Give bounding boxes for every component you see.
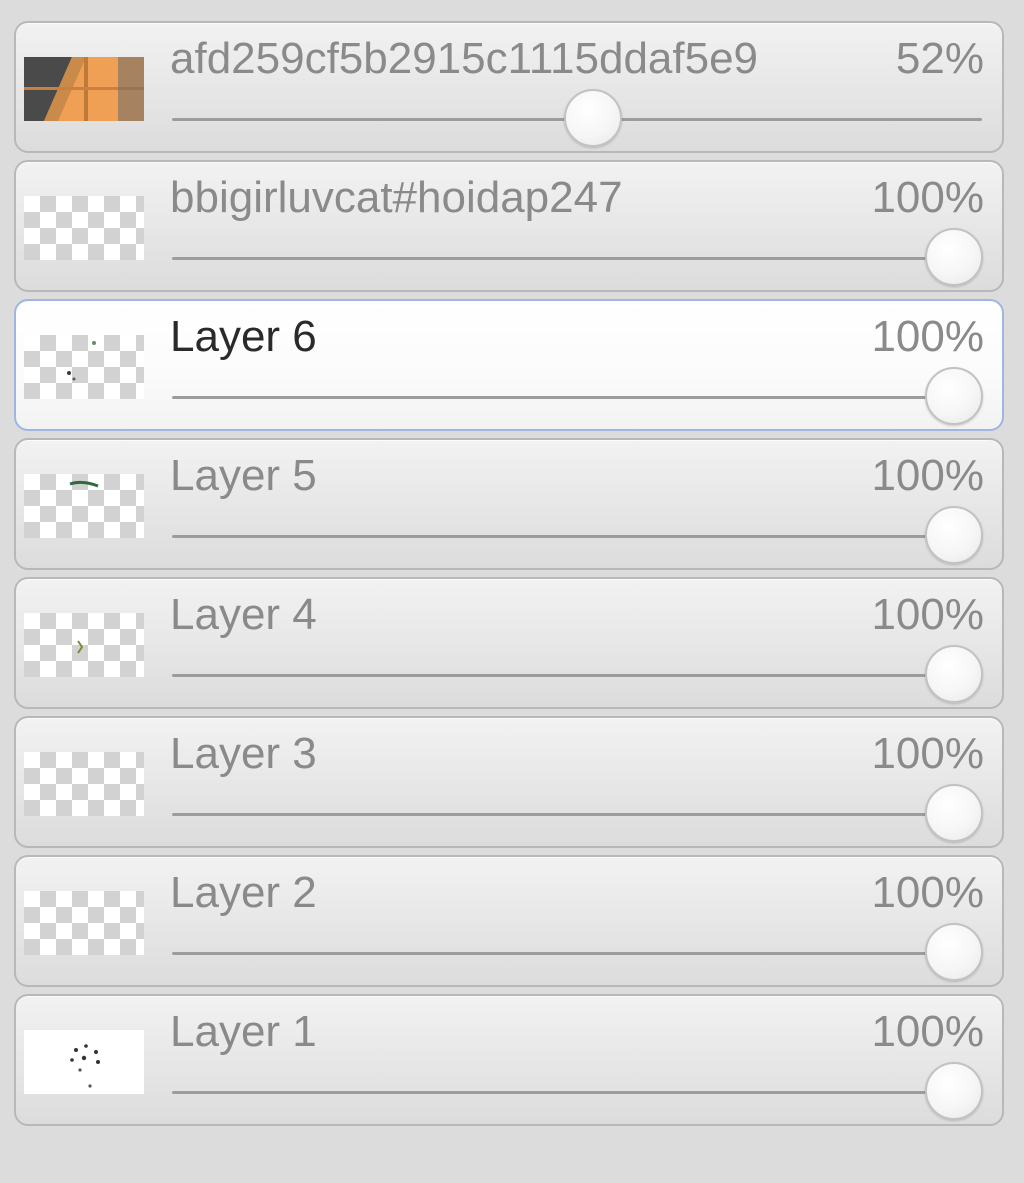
white-sketch-thumbnail xyxy=(24,1030,144,1094)
opacity-slider[interactable] xyxy=(172,89,982,147)
opacity-slider[interactable] xyxy=(172,645,983,703)
transparent-thumbnail xyxy=(24,196,144,260)
opacity-slider[interactable] xyxy=(172,367,983,425)
opacity-slider[interactable] xyxy=(172,506,983,564)
opacity-slider-knob[interactable] xyxy=(924,645,983,703)
layer-row[interactable]: Layer 5 100% xyxy=(14,438,1004,570)
transparent-thumbnail xyxy=(24,891,144,955)
layer-name: Layer 6 xyxy=(170,312,317,361)
layer-name: Layer 5 xyxy=(170,451,317,500)
opacity-slider-knob[interactable] xyxy=(924,923,983,981)
layer-row-selected[interactable]: Layer 6 100% xyxy=(14,299,1004,431)
layer-row[interactable]: Layer 1 100% xyxy=(14,994,1004,1126)
layer-name: afd259cf5b2915c1115ddaf5e9 xyxy=(170,34,759,83)
opacity-slider[interactable] xyxy=(172,1062,983,1120)
opacity-slider-knob[interactable] xyxy=(924,506,983,564)
layer-name: bbigirluvcat#hoidap247 xyxy=(170,173,623,222)
opacity-value: 100% xyxy=(871,451,984,500)
photo-thumbnail xyxy=(24,57,144,121)
layer-row[interactable]: Layer 3 100% xyxy=(14,716,1004,848)
opacity-value: 100% xyxy=(871,590,984,639)
layer-row[interactable]: Layer 2 100% xyxy=(14,855,1004,987)
sketch-thumbnail xyxy=(24,335,144,399)
opacity-slider[interactable] xyxy=(172,228,983,286)
sketch-thumbnail xyxy=(24,474,144,538)
opacity-slider[interactable] xyxy=(172,923,983,981)
opacity-slider-knob[interactable] xyxy=(564,89,623,147)
opacity-value: 52% xyxy=(895,34,984,83)
transparent-thumbnail xyxy=(24,752,144,816)
layer-name: Layer 2 xyxy=(170,868,317,917)
opacity-value: 100% xyxy=(871,312,984,361)
layer-row[interactable]: bbigirluvcat#hoidap247 100% xyxy=(14,160,1004,292)
layer-row[interactable]: afd259cf5b2915c1115ddaf5e9 52% xyxy=(14,21,1004,153)
opacity-slider-knob[interactable] xyxy=(924,784,983,842)
opacity-slider-knob[interactable] xyxy=(924,228,983,286)
opacity-slider[interactable] xyxy=(172,784,983,842)
layer-name: Layer 3 xyxy=(170,729,317,778)
opacity-value: 100% xyxy=(871,173,984,222)
opacity-value: 100% xyxy=(871,729,984,778)
opacity-slider-knob[interactable] xyxy=(924,367,983,425)
opacity-value: 100% xyxy=(871,868,984,917)
layer-name: Layer 1 xyxy=(170,1007,317,1056)
opacity-value: 100% xyxy=(871,1007,984,1056)
layers-panel: afd259cf5b2915c1115ddaf5e9 52% bbigirluv… xyxy=(0,0,1024,1183)
layer-row[interactable]: Layer 4 100% xyxy=(14,577,1004,709)
layer-name: Layer 4 xyxy=(170,590,317,639)
sketch-thumbnail xyxy=(24,613,144,677)
opacity-slider-knob[interactable] xyxy=(924,1062,983,1120)
